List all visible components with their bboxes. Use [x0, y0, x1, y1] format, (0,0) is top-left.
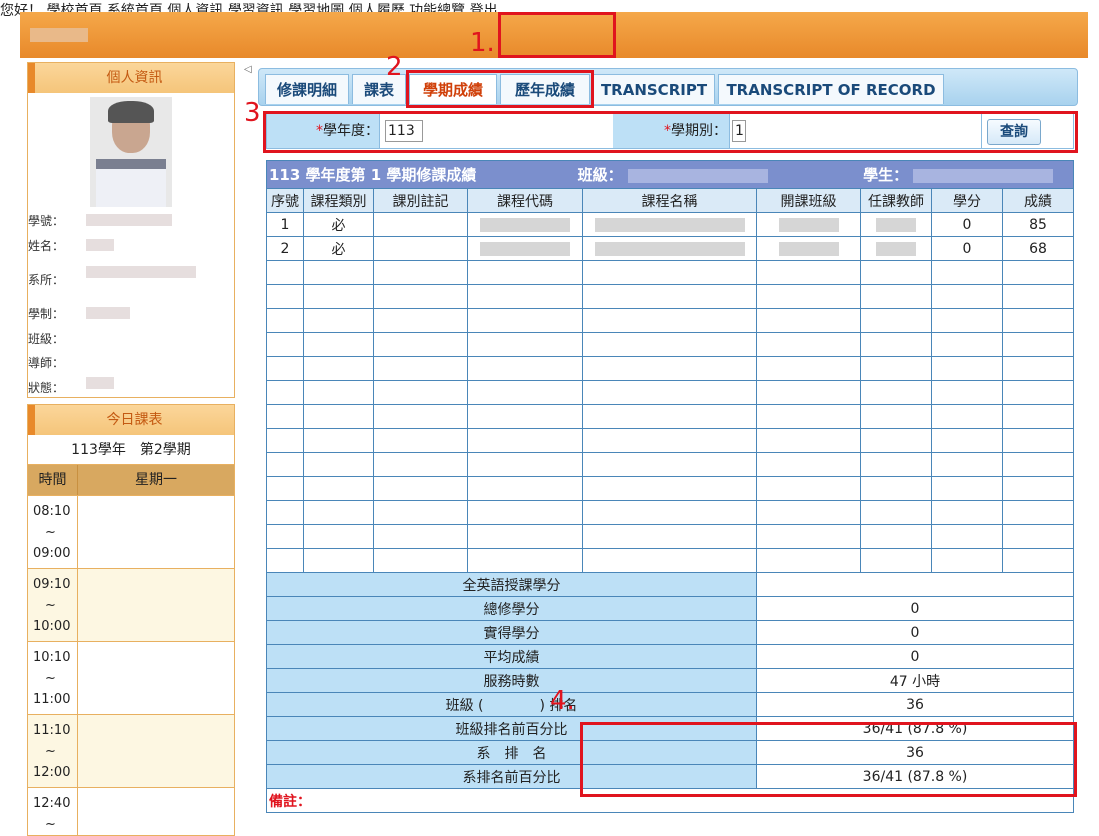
schedule-slot: 10:10 ~11:00 — [28, 641, 234, 714]
highlight-box-3 — [263, 111, 1078, 153]
summary-row: 平均成績 0 — [266, 644, 1074, 669]
table-row — [266, 548, 1074, 573]
tab-course-details[interactable]: 修課明細 — [265, 74, 349, 104]
table-row — [266, 308, 1074, 333]
schedule-term: 113學年 第2學期 — [28, 435, 234, 465]
col-credit: 學分 — [931, 188, 1003, 213]
field-student-id: 學號： — [28, 214, 65, 228]
col-course-code: 課程代碼 — [467, 188, 583, 213]
summary-row: 全英語授課學分 — [266, 572, 1074, 597]
collapse-sidebar-icon[interactable]: ◁ — [244, 64, 252, 75]
student-photo — [90, 97, 172, 207]
table-row — [266, 356, 1074, 381]
highlight-box-4 — [580, 722, 1077, 797]
summary-row: 總修學分 0 — [266, 596, 1074, 621]
field-program: 學制： — [28, 307, 65, 321]
col-course-name: 課程名稱 — [582, 188, 757, 213]
highlight-box-2 — [406, 70, 594, 108]
grades-banner: 113 學年度第 1 學期修課成績 班級： 學生： — [266, 160, 1074, 189]
table-row: 1 必 0 85 — [266, 212, 1074, 237]
field-status: 狀態： — [28, 381, 65, 395]
table-row — [266, 332, 1074, 357]
tab-bar: 修課明細 課表 學期成績 歷年成績 TRANSCRIPT TRANSCRIPT … — [258, 68, 1078, 106]
table-row — [266, 476, 1074, 501]
status-redacted — [86, 377, 114, 389]
schedule-title: 今日課表 — [28, 405, 234, 435]
field-class: 班級： — [28, 332, 65, 346]
username-redacted — [30, 28, 88, 42]
summary-row: 實得學分 0 — [266, 620, 1074, 645]
schedule-slot: 08:10 ~09:00 — [28, 495, 234, 568]
col-course-note: 課別註記 — [373, 188, 468, 213]
annotation-1: 1. — [470, 28, 495, 58]
annotation-4: 4. — [550, 686, 575, 716]
profile-panel: 個人資訊 — [27, 62, 235, 398]
name-redacted — [86, 239, 114, 251]
highlight-box-1 — [498, 12, 616, 58]
summary-row: 班級 ( ) 排名 36 — [266, 692, 1074, 717]
tab-transcript[interactable]: TRANSCRIPT — [593, 74, 715, 104]
table-row — [266, 500, 1074, 525]
table-row — [266, 452, 1074, 477]
grades-table: 113 學年度第 1 學期修課成績 班級： 學生： 序號 課程類別 課別註記 課… — [266, 160, 1074, 813]
table-row: 2 必 0 68 — [266, 236, 1074, 261]
table-row — [266, 284, 1074, 309]
table-row — [266, 524, 1074, 549]
field-name: 姓名： — [28, 239, 65, 253]
annotation-2: 2 — [386, 52, 403, 82]
table-row — [266, 404, 1074, 429]
tab-transcript-of-record[interactable]: TRANSCRIPT OF RECORD — [718, 74, 944, 104]
col-no: 序號 — [266, 188, 304, 213]
col-teacher: 任課教師 — [860, 188, 932, 213]
field-advisor: 導師： — [28, 356, 65, 370]
today-schedule-panel: 今日課表 113學年 第2學期 時間 星期一 08:10 ~09:00 09:10… — [27, 404, 235, 836]
schedule-col-time: 時間 — [28, 465, 78, 495]
summary-row: 服務時數 47 小時 — [266, 668, 1074, 693]
table-row — [266, 380, 1074, 405]
schedule-slot: 11:10 ~12:00 — [28, 714, 234, 787]
schedule-slot: 09:10 ~10:00 — [28, 568, 234, 641]
schedule-slot: 12:40 ~ — [28, 787, 234, 835]
program-redacted — [86, 307, 130, 319]
table-row — [266, 428, 1074, 453]
schedule-col-monday: 星期一 — [135, 472, 177, 488]
col-score: 成績 — [1002, 188, 1074, 213]
student-id-redacted — [86, 214, 172, 226]
table-row — [266, 260, 1074, 285]
annotation-3: 3 — [244, 98, 261, 128]
col-course-type: 課程類別 — [303, 188, 374, 213]
profile-title: 個人資訊 — [28, 63, 234, 93]
department-redacted — [86, 266, 196, 278]
field-department: 系所： — [28, 273, 65, 287]
col-class: 開課班級 — [756, 188, 861, 213]
